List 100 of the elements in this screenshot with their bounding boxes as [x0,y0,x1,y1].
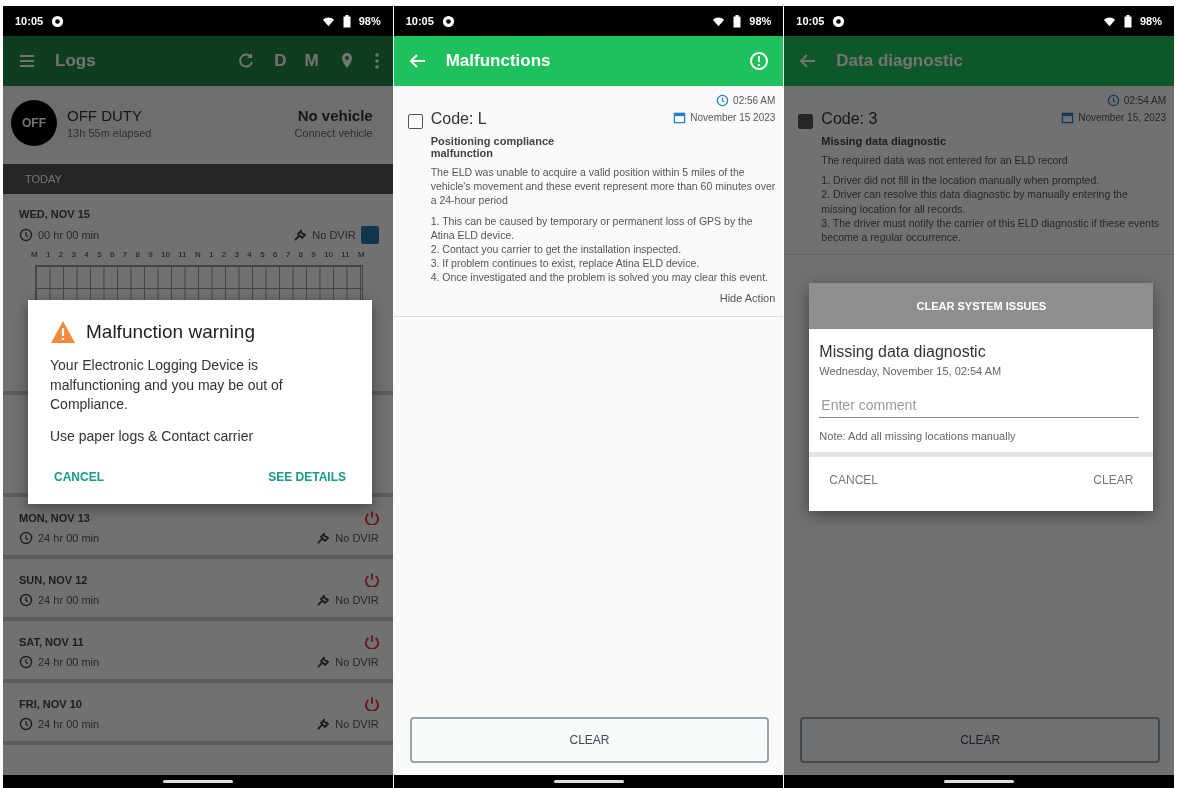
day-date: MON, NOV 13 [19,512,90,524]
confirm-clear-button[interactable]: CLEAR [1089,469,1138,491]
clock-icon [19,717,33,731]
day-date: WED, NOV 15 [19,208,90,220]
event-name: Positioning compliance malfunction [430,135,556,159]
day-date: SAT, NOV 11 [19,636,84,648]
day-duration: 24 hr 00 min [38,718,100,730]
power-icon [364,697,379,711]
dialog-header: CLEAR SYSTEM ISSUES [916,300,1047,312]
app-title: Logs [55,51,96,71]
hour-label: 10 [324,250,333,259]
clock-icon [1106,94,1120,107]
cancel-button[interactable]: CANCEL [825,469,883,491]
event-description: The required data was not entered for an ELD record [821,153,1069,168]
calendar-icon [673,111,687,124]
hide-action-button[interactable]: Hide Action [719,290,776,307]
action-step: 2. Driver can resolve this data diagnostic by manually entering the missing location for all records. [821,187,1166,216]
clear-button[interactable]: CLEAR [800,717,1160,763]
comment-field[interactable]: Enter comment [819,387,1140,418]
hour-label: 5 [260,250,265,259]
hour-label: 9 [148,250,153,259]
power-icon [364,635,379,649]
dialog-title: Malfunction warning [86,321,255,343]
clock-icon [19,593,33,607]
dialog-subtitle: Wednesday, November 15, 02:54 AM [819,365,1003,377]
battery-percent: 98% [749,15,772,27]
hour-label: 3 [234,250,240,259]
hour-label: 11 [178,250,187,259]
event-time: 02:56 AM [733,95,776,106]
duty-status: OFF DUTY [67,107,143,124]
hour-label: 11 [341,250,350,259]
hour-label: N [194,250,201,259]
more-icon[interactable] [374,51,379,71]
event-date: November 15 2023 [690,112,776,123]
toolbar-letter-button[interactable]: M [304,51,319,71]
event-description: The ELD was unable to acquire a valid position within 5 miles of the vehicle's movement and these event represent more than 60 minutes over a 24-hour period [430,165,776,208]
status-time: 10:05 [405,15,434,27]
dialog-note: Note: Add all missing locations manually [819,430,1017,442]
hour-label: 7 [122,250,128,259]
hour-label: 8 [298,250,303,259]
action-step: 1. Driver did not fill in the location manually when prompted. [821,173,1166,188]
status-time: 10:05 [796,15,825,27]
clock-icon [19,655,33,669]
dvir-status: No DVIR [335,594,379,606]
power-icon [364,573,379,587]
wrench-icon [316,717,331,731]
clock-icon [19,531,33,545]
hour-label: 2 [58,250,64,259]
hour-label: 4 [84,250,89,259]
clock-icon [716,94,730,107]
event-checkbox[interactable] [798,114,814,129]
screen-title: Data diagnostic [836,51,963,71]
wrench-icon [316,593,331,607]
duty-subtitle: 13h 55m elapsed [67,127,152,139]
clear-button[interactable]: CLEAR [409,717,770,763]
hour-label: 1 [46,250,51,259]
dvir-status: No DVIR [312,229,356,241]
battery-percent: 98% [358,15,381,27]
hour-label: 4 [247,250,252,259]
hour-label: 6 [272,250,278,259]
hour-label: 5 [97,250,102,259]
action-step: 2. Contact you carrier to get the installation inspected. [430,241,776,257]
screen-title: Malfunctions [445,51,551,71]
vehicle-status: No vehicle [297,107,373,124]
hour-label: 7 [285,250,291,259]
day-duration: 24 hr 00 min [38,656,100,668]
battery-icon [733,14,742,28]
hour-label: 3 [71,250,76,259]
status-time: 10:05 [15,15,44,27]
edit-log-button[interactable] [360,226,379,244]
day-date: FRI, NOV 10 [19,698,82,710]
clock-icon [19,228,33,242]
dialog-instruction: Use paper logs & Contact carrier [50,426,255,446]
battery-icon [1124,14,1132,28]
see-details-button[interactable]: SEE DETAILS [264,466,350,489]
event-checkbox[interactable] [407,114,423,129]
event-code: Code: 3 [821,110,878,128]
hour-label: 2 [221,250,227,259]
dvir-status: No DVIR [335,718,379,730]
toolbar-letter-button[interactable]: D [274,51,287,71]
power-icon [364,511,379,525]
action-step: 3. If problem continues to exist, replace Atina ELD device. [430,256,776,271]
action-step: 4. Once investigated and the problem is solved you may clear this event. [430,270,776,285]
duty-status-avatar: OFF [11,100,57,146]
action-step: 1. This can be caused by temporary or permanent loss of GPS by the Atina ELD device. [430,213,776,242]
wrench-icon [316,655,331,669]
cancel-button[interactable]: CANCEL [50,466,108,489]
connect-vehicle-link[interactable]: Connect vehicle [294,127,373,139]
wrench-icon [316,531,331,545]
hour-label: 9 [311,250,316,259]
hour-label: 1 [209,250,214,259]
hour-label: M [357,250,365,259]
wrench-icon [293,228,308,242]
day-duration: 24 hr 00 min [38,532,100,544]
day-duration: 00 hr 00 min [38,229,100,241]
hour-label: 10 [161,250,170,259]
hour-label: 6 [109,250,115,259]
info-icon[interactable] [749,51,770,71]
dvir-status: No DVIR [335,532,379,544]
action-step: 3. The driver must notify the carrier of this ELD diagnostic if these events become a regular occurrence. [821,215,1166,245]
